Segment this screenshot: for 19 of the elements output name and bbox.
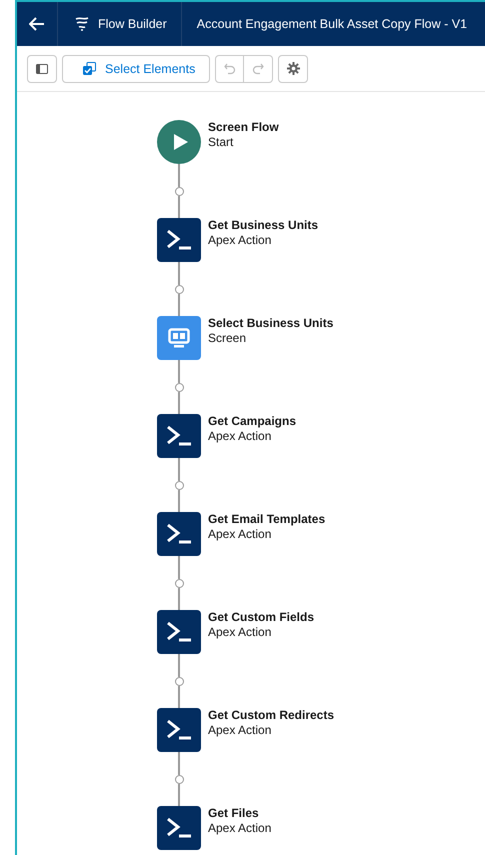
- node-label: Get Custom Fields: [208, 610, 314, 625]
- node-label: Get Files: [208, 806, 260, 821]
- node-type: Screen: [208, 331, 248, 346]
- flow-title: Account Engagement Bulk Asset Copy Flow - V1: [196, 17, 468, 31]
- node-type: Apex Action: [208, 527, 272, 542]
- node-label: Screen Flow: [208, 120, 279, 135]
- node-label: Get Business Units: [208, 218, 318, 233]
- node-type: Apex Action: [208, 429, 272, 444]
- node-label: Get Email Templates: [208, 512, 326, 527]
- node-type: Apex Action: [208, 233, 272, 248]
- node-type: Apex Action: [208, 723, 272, 738]
- node-label: Get Campaigns: [208, 414, 296, 429]
- node-label: Select Business Units: [208, 316, 334, 331]
- node-type: Start: [208, 135, 234, 150]
- node-label: Get Custom Redirects: [208, 708, 334, 723]
- select-elements-button[interactable]: Select Elements: [62, 54, 210, 82]
- node-type: Apex Action: [208, 625, 272, 640]
- app-name: Flow Builder: [98, 17, 167, 31]
- node-type: Apex Action: [208, 821, 272, 836]
